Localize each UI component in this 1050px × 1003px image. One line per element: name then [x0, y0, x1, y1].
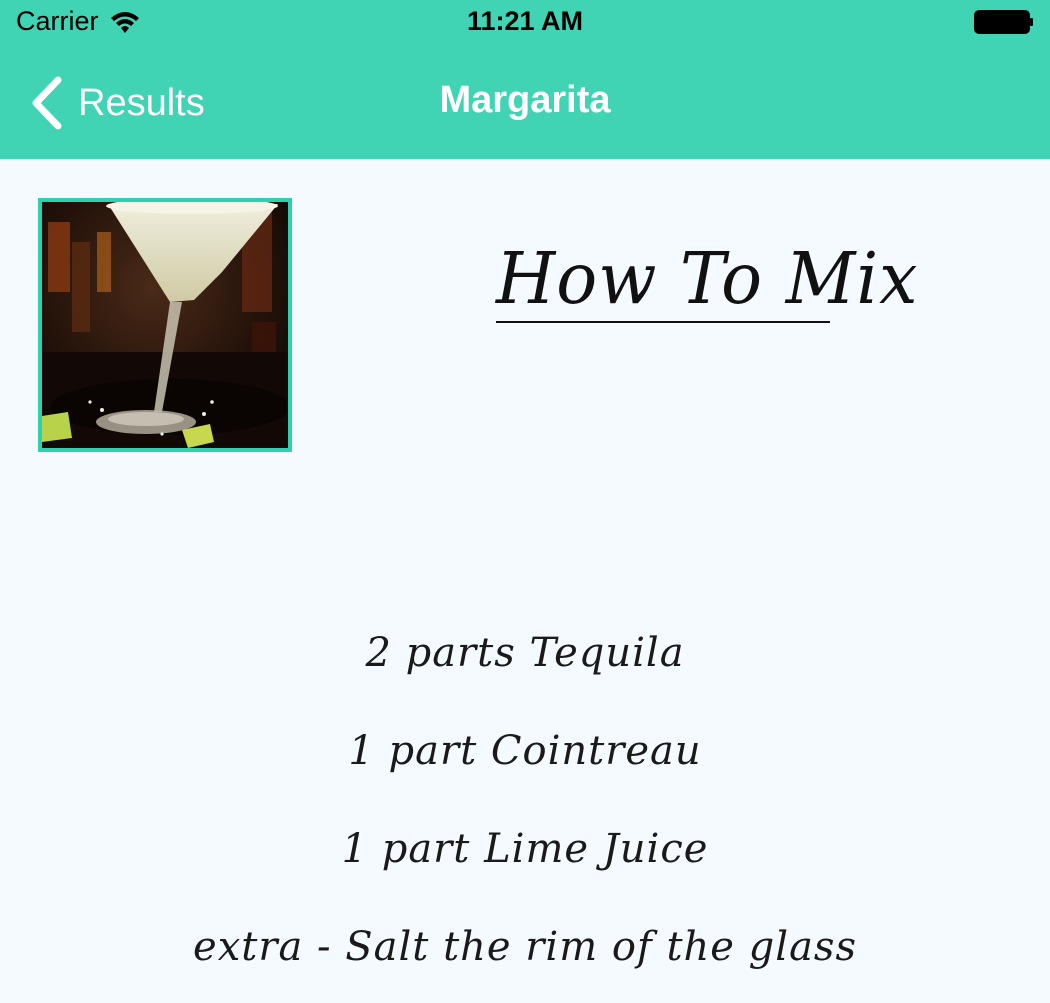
- page-title: Margarita: [439, 79, 611, 121]
- ingredient-line: 1 part Lime Juice: [341, 826, 709, 872]
- how-to-mix-heading: How To Mix: [496, 238, 919, 321]
- margarita-photo: [42, 202, 288, 448]
- battery-icon: [974, 10, 1033, 34]
- ingredient-line: 2 parts Tequila: [365, 630, 685, 676]
- heading-underline: [496, 321, 830, 323]
- navigation-bar: Results Margarita: [0, 46, 1050, 159]
- status-time: 11:21 AM: [466, 6, 584, 36]
- ingredient-line: 1 part Cointreau: [348, 728, 702, 774]
- ingredient-line: extra - Salt the rim of the glass: [193, 924, 857, 970]
- status-bar: Carrier 11:21 AM: [0, 0, 1050, 46]
- drink-image: [38, 198, 292, 452]
